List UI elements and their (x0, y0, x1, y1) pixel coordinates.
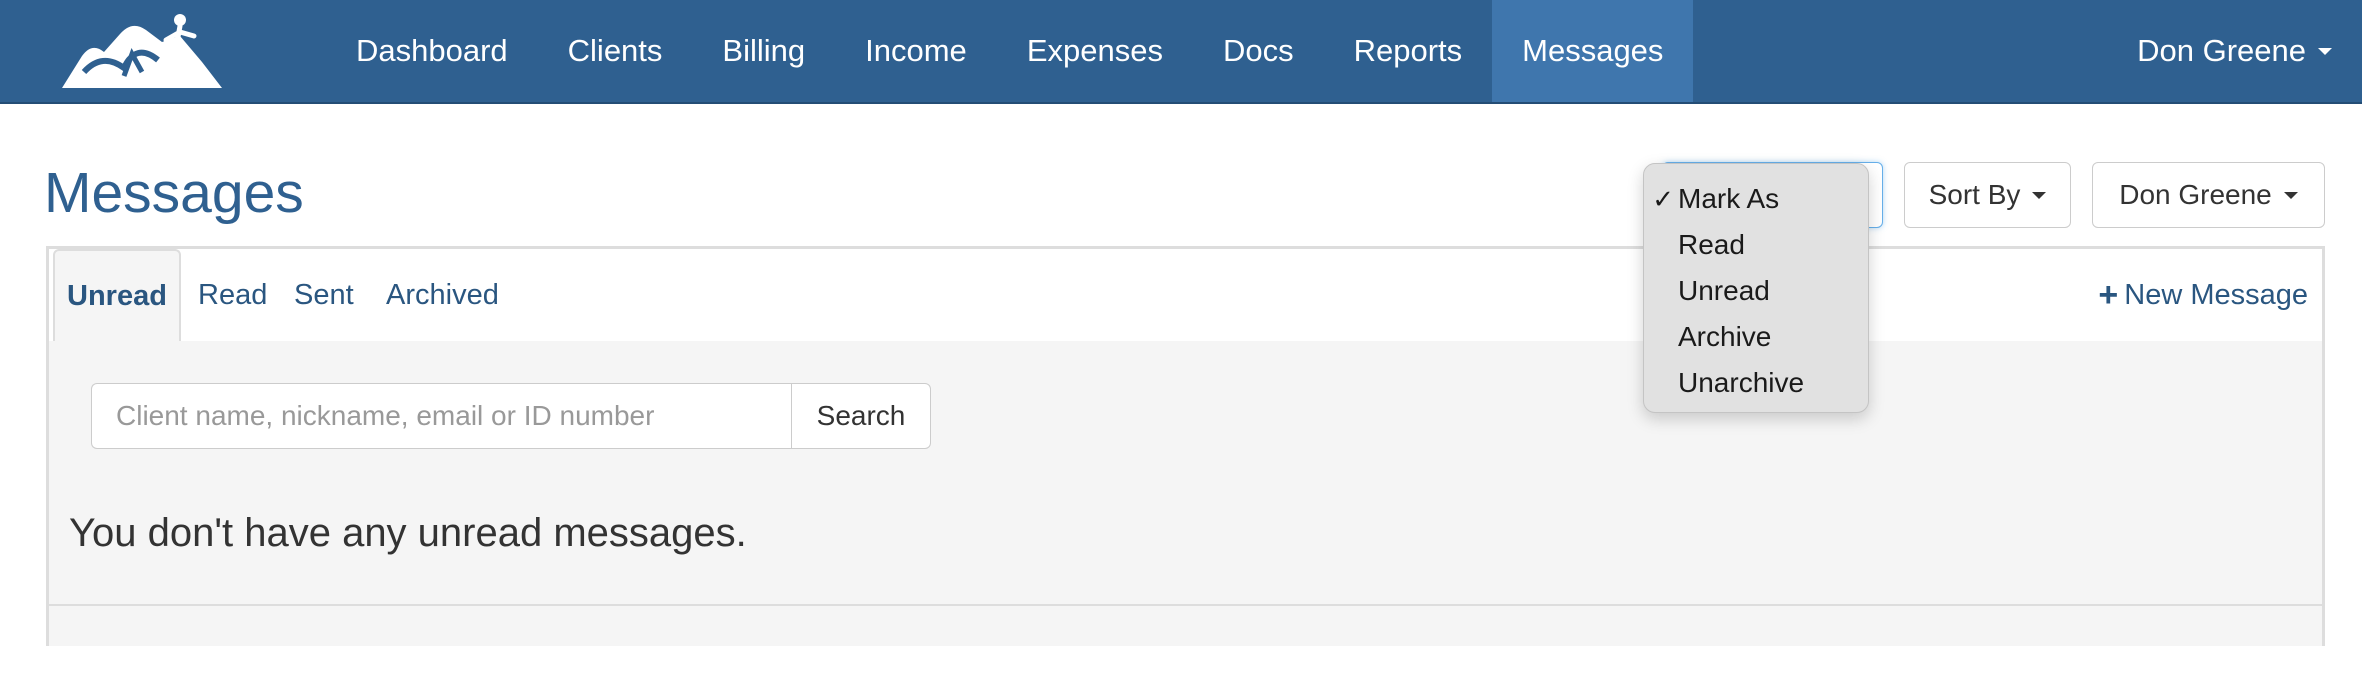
nav-item-reports[interactable]: Reports (1324, 0, 1493, 102)
caret-down-icon (2318, 47, 2332, 55)
logo-icon[interactable] (62, 12, 222, 88)
sort-by-button[interactable]: Sort By (1904, 162, 2071, 228)
nav-item-messages[interactable]: Messages (1492, 0, 1694, 102)
dropdown-option-archive[interactable]: Archive (1644, 314, 1868, 360)
dropdown-option-label: Mark As (1678, 183, 1780, 214)
user-menu-label: Don Greene (2137, 33, 2306, 68)
nav-item-income[interactable]: Income (835, 0, 997, 102)
user-filter-label: Don Greene (2119, 179, 2272, 210)
tab-read[interactable]: Read (198, 249, 267, 341)
dropdown-option-label: Unread (1678, 275, 1770, 306)
dropdown-option-unarchive[interactable]: Unarchive (1644, 360, 1868, 406)
tab-sent[interactable]: Sent (294, 249, 354, 341)
dropdown-option-label: Archive (1678, 321, 1772, 352)
tab-label: Archived (386, 278, 499, 311)
nav-item-billing[interactable]: Billing (692, 0, 835, 102)
nav-item-clients[interactable]: Clients (538, 0, 693, 102)
nav-item-dashboard[interactable]: Dashboard (326, 0, 538, 102)
search-input[interactable] (91, 383, 791, 449)
tab-unread[interactable]: Unread (53, 249, 181, 341)
panel-body: Search You don't have any unread message… (49, 341, 2322, 604)
tab-archived[interactable]: Archived (386, 249, 499, 341)
dropdown-option-read[interactable]: Read (1644, 222, 1868, 268)
tab-label: Sent (294, 278, 354, 311)
dropdown-option-label: Read (1678, 229, 1745, 260)
mark-as-dropdown-menu: ✓ Mark As Read Unread Archive Unarchive (1643, 163, 1869, 413)
caret-down-icon (2283, 191, 2298, 199)
user-filter-button[interactable]: Don Greene (2092, 162, 2325, 228)
main-nav: Dashboard Clients Billing Income Expenses Doc… (326, 0, 1694, 102)
nav-item-docs[interactable]: Docs (1193, 0, 1324, 102)
dropdown-option-label: Unarchive (1678, 367, 1805, 398)
empty-state-message: You don't have any unread messages. (69, 511, 747, 555)
caret-down-icon (2032, 191, 2047, 199)
search-group: Search (91, 383, 931, 449)
search-button[interactable]: Search (791, 383, 931, 449)
plus-icon: + (2098, 275, 2119, 314)
tab-label: Read (198, 278, 268, 311)
search-button-label: Search (816, 400, 906, 431)
panel-footer (49, 604, 2322, 646)
tab-label: Unread (67, 279, 167, 312)
checkmark-icon: ✓ (1652, 183, 1674, 214)
messages-panel: Unread Read Sent Archived + New Message … (46, 246, 2325, 646)
message-tabs: Unread Read Sent Archived + New Message (49, 249, 2322, 341)
nav-item-expenses[interactable]: Expenses (997, 0, 1193, 102)
user-menu[interactable]: Don Greene (2137, 0, 2332, 102)
new-message-label: New Message (2124, 278, 2308, 311)
sort-by-label: Sort By (1928, 179, 2021, 210)
new-message-button[interactable]: + New Message (2098, 249, 2308, 341)
dropdown-option-unread[interactable]: Unread (1644, 268, 1868, 314)
dropdown-option-mark-as[interactable]: ✓ Mark As (1644, 176, 1868, 222)
page-title: Messages (44, 161, 304, 225)
top-navbar: Dashboard Clients Billing Income Expenses Doc… (0, 0, 2362, 104)
